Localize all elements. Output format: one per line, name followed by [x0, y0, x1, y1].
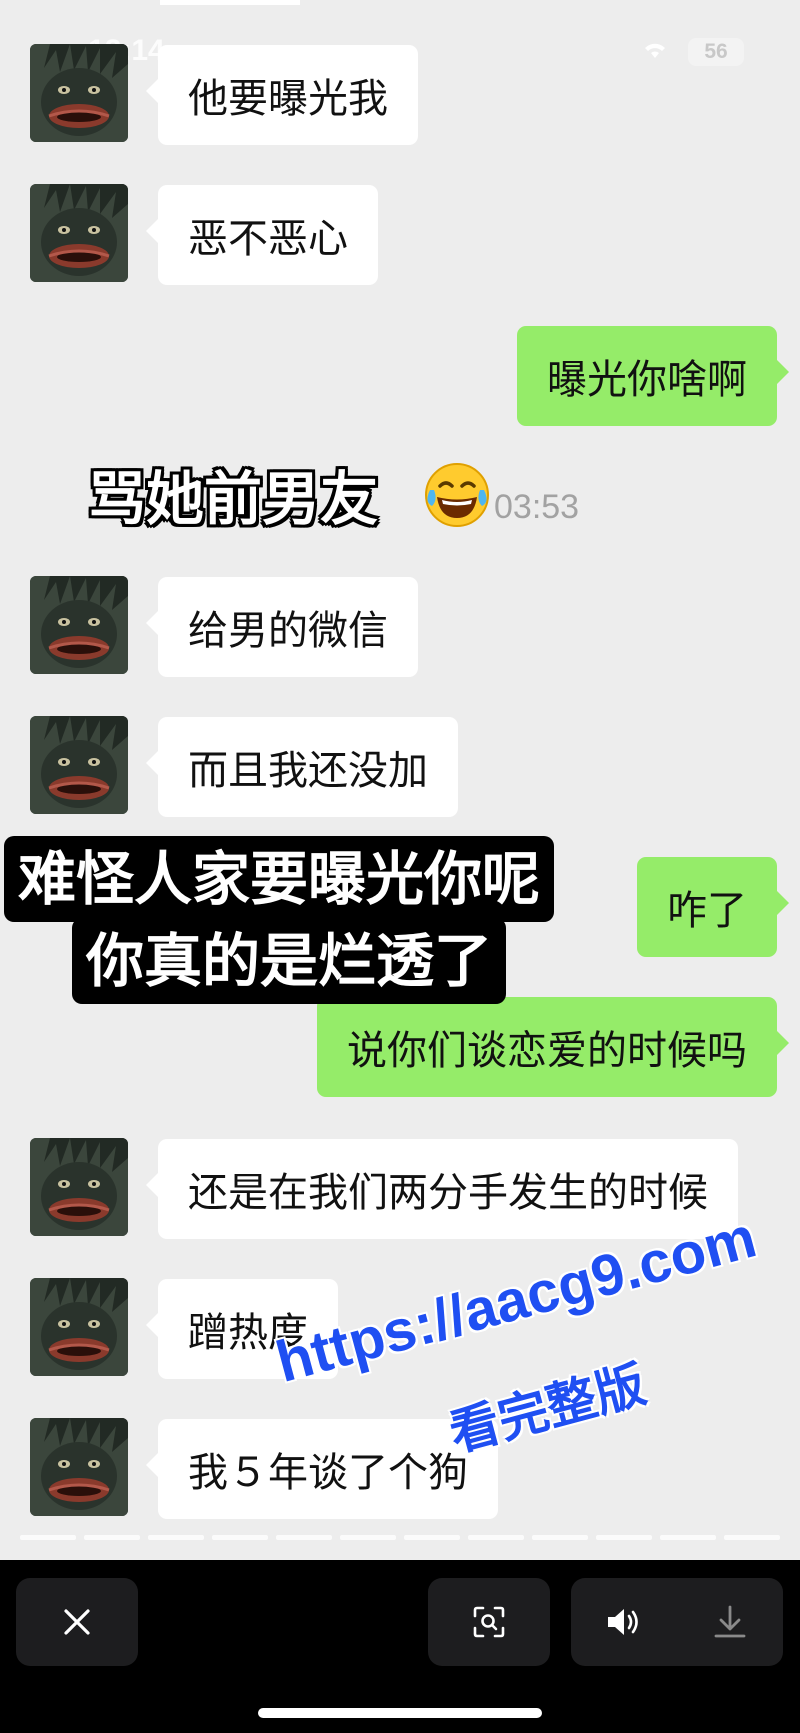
scan-icon	[473, 1606, 505, 1638]
bottom-toolbar	[0, 1560, 800, 1733]
message-bubble-right[interactable]: 咋了	[637, 857, 789, 957]
progress-segment	[340, 1535, 396, 1540]
progress-segment	[468, 1535, 524, 1540]
progress-segment	[596, 1535, 652, 1540]
message-bubble-right[interactable]: 曝光你啥啊	[517, 326, 789, 426]
contact-avatar[interactable]	[30, 1278, 128, 1376]
progress-segment	[84, 1535, 140, 1540]
story-progress	[20, 1535, 780, 1540]
progress-segment	[276, 1535, 332, 1540]
message-bubble-left[interactable]: 还是在我们两分手发生的时候	[146, 1139, 738, 1239]
speaker-icon	[608, 1609, 638, 1635]
contact-avatar[interactable]	[30, 576, 128, 674]
timestamp: 03:53	[494, 488, 580, 526]
caption-text: 骂她前男友	[88, 465, 379, 533]
progress-segment	[148, 1535, 204, 1540]
home-indicator[interactable]	[258, 1708, 542, 1718]
battery-icon: 56	[688, 38, 744, 66]
download-icon	[714, 1605, 746, 1638]
message-bubble-left[interactable]: 而且我还没加	[146, 717, 458, 817]
download-button[interactable]	[677, 1578, 783, 1666]
progress-segment	[20, 1535, 76, 1540]
progress-segment	[404, 1535, 460, 1540]
chat-screenshot: 12:14 56 他要曝光我 恶不恶心 曝光你啥啊 给男的微信 而且我还没加 咋…	[0, 0, 800, 1560]
contact-avatar[interactable]	[30, 716, 128, 814]
progress-segment	[660, 1535, 716, 1540]
message-bubble-left[interactable]: 给男的微信	[146, 577, 418, 677]
contact-avatar[interactable]	[30, 184, 128, 282]
contact-avatar[interactable]	[30, 44, 128, 142]
message-bubble-left[interactable]: 他要曝光我	[146, 45, 418, 145]
wifi-icon	[645, 43, 665, 58]
media-controls	[571, 1578, 783, 1666]
contact-avatar[interactable]	[30, 1418, 128, 1516]
laughing-tears-icon	[425, 463, 489, 527]
progress-segment	[532, 1535, 588, 1540]
watermark-text: 看完整版	[443, 1356, 652, 1462]
message-bubble-right[interactable]: 说你们谈恋爱的时候吗	[317, 997, 789, 1097]
message-bubble-left[interactable]: 恶不恶心	[146, 185, 378, 285]
top-edge-bubble	[160, 0, 300, 5]
progress-segment	[724, 1535, 780, 1540]
progress-segment	[212, 1535, 268, 1540]
message-bubble-left[interactable]: 我５年谈了个狗	[146, 1419, 498, 1519]
close-icon	[64, 1609, 90, 1635]
overlay-caption-line: 你真的是烂透了	[72, 918, 507, 1004]
contact-avatar[interactable]	[30, 1138, 128, 1236]
volume-button[interactable]	[571, 1578, 677, 1666]
overlay-caption-line: 难怪人家要曝光你呢	[4, 836, 555, 922]
scan-button[interactable]	[428, 1578, 550, 1666]
close-button[interactable]	[16, 1578, 138, 1666]
